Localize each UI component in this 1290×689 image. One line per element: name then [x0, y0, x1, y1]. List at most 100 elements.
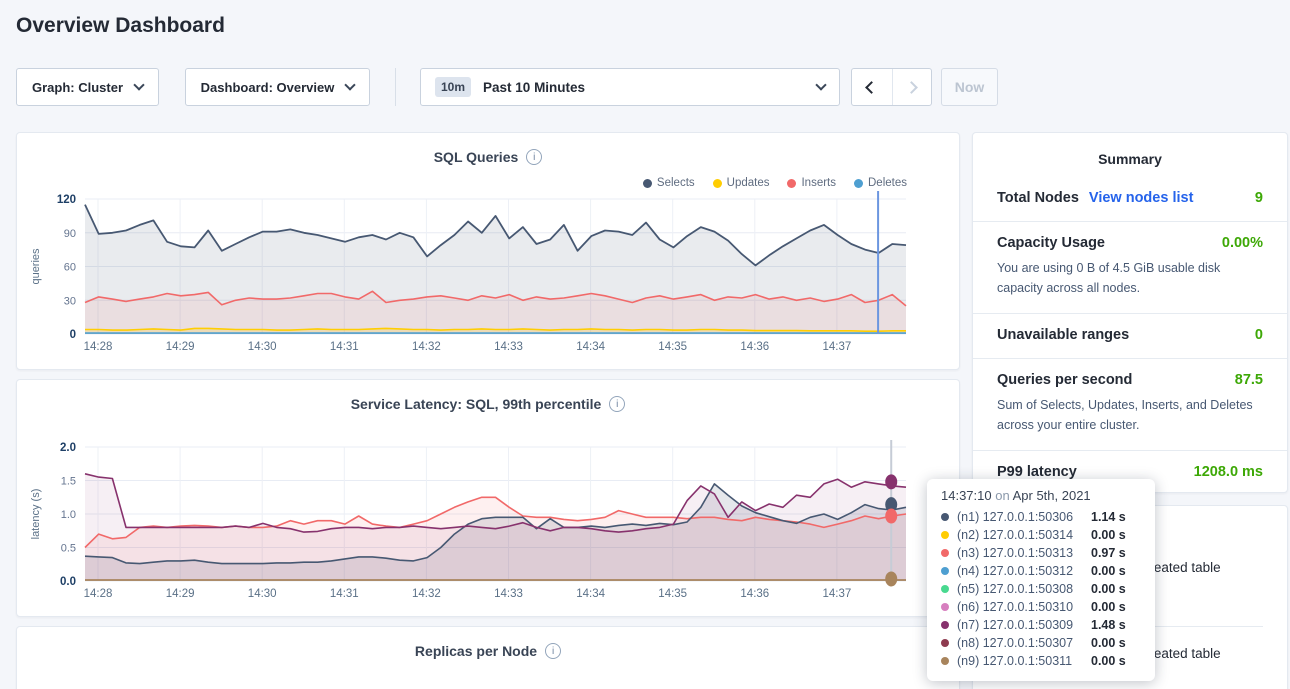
node-color-dot — [941, 531, 949, 539]
chevron-down-icon — [133, 79, 144, 90]
summary-value: 0 — [1255, 327, 1263, 343]
y-tick-label: 30 — [64, 295, 76, 307]
tooltip-node-row: (n7) 127.0.0.1:503091.48 s — [941, 616, 1141, 634]
dashboard-select-button[interactable]: Dashboard: Overview — [185, 68, 370, 106]
x-tick-label: 14:30 — [248, 588, 277, 600]
y-tick-label: 90 — [64, 228, 76, 240]
chart-header: Replicas per Node i — [17, 643, 959, 659]
legend-dot — [713, 179, 722, 188]
summary-value: 9 — [1255, 190, 1263, 206]
x-tick-label: 14:35 — [658, 341, 687, 353]
summary-row-capacity-usage: Capacity Usage0.00%You are using 0 B of … — [973, 221, 1287, 313]
legend-label: Inserts — [801, 177, 836, 189]
legend-label: Updates — [727, 177, 770, 189]
node-latency-value: 0.97 s — [1091, 546, 1126, 560]
info-icon[interactable]: i — [545, 643, 561, 659]
tooltip-node-row: (n6) 127.0.0.1:503100.00 s — [941, 598, 1141, 616]
time-range-label: Past 10 Minutes — [483, 80, 585, 95]
node-color-dot — [941, 585, 949, 593]
chart-title: Replicas per Node — [415, 643, 537, 659]
dashboard-select-label: Dashboard: Overview — [201, 80, 335, 95]
node-address: (n5) 127.0.0.1:50308 — [957, 582, 1091, 596]
x-tick-label: 14:29 — [166, 588, 195, 600]
x-tick-label: 14:35 — [658, 588, 687, 600]
info-icon[interactable]: i — [526, 149, 542, 165]
summary-label: Queries per second — [997, 372, 1132, 388]
node-latency-value: 0.00 s — [1091, 654, 1126, 668]
tooltip-node-row: (n9) 127.0.0.1:503110.00 s — [941, 652, 1141, 670]
node-latency-value: 1.14 s — [1091, 510, 1126, 524]
node-address: (n1) 127.0.0.1:50306 — [957, 510, 1091, 524]
legend-item-inserts[interactable]: Inserts — [787, 177, 836, 189]
x-tick-label: 14:37 — [823, 341, 852, 353]
x-tick-label: 14:30 — [248, 341, 277, 353]
x-tick-label: 14:36 — [740, 341, 769, 353]
chart-legend: Selects Updates Inserts Deletes — [643, 177, 907, 189]
legend-item-updates[interactable]: Updates — [713, 177, 770, 189]
time-range-select[interactable]: 10m Past 10 Minutes — [420, 68, 840, 106]
node-address: (n7) 127.0.0.1:50309 — [957, 618, 1091, 632]
legend-label: Deletes — [868, 177, 907, 189]
node-address: (n4) 127.0.0.1:50312 — [957, 564, 1091, 578]
node-latency-value: 0.00 s — [1091, 564, 1126, 578]
graph-select-button[interactable]: Graph: Cluster — [16, 68, 159, 106]
x-tick-label: 14:28 — [84, 588, 113, 600]
y-axis-label: queries — [30, 248, 42, 285]
chevron-left-icon — [865, 81, 878, 94]
summary-label: Unavailable ranges — [997, 327, 1129, 343]
view-nodes-link[interactable]: View nodes list — [1089, 190, 1194, 206]
tooltip-node-row: (n8) 127.0.0.1:503070.00 s — [941, 634, 1141, 652]
node-color-dot — [941, 639, 949, 647]
summary-row-queries-per-second: Queries per second 87.5 Sum of Selects, Up… — [973, 358, 1287, 450]
summary-label: P99 latency — [997, 464, 1077, 480]
graph-select-label: Graph: Cluster — [32, 80, 123, 95]
summary-subtext: Sum of Selects, Updates, Inserts, and De… — [997, 395, 1263, 435]
toolbar: Graph: Cluster Dashboard: Overview 10m P… — [0, 68, 1290, 106]
summary-value: 1208.0 ms — [1194, 464, 1263, 480]
legend-item-deletes[interactable]: Deletes — [854, 177, 907, 189]
chevron-right-icon — [905, 81, 918, 94]
sql-queries-chart[interactable]: 030609012014:2814:2914:3014:3114:3214:33… — [17, 133, 961, 371]
chart-header: SQL Queries i — [17, 149, 959, 165]
hover-dot — [885, 571, 897, 586]
summary-label: Total Nodes — [997, 190, 1079, 206]
x-tick-label: 14:31 — [330, 588, 359, 600]
tooltip-node-row: (n5) 127.0.0.1:503080.00 s — [941, 580, 1141, 598]
info-icon[interactable]: i — [609, 396, 625, 412]
service-latency-chart[interactable]: 0.00.51.01.52.014:2814:2914:3014:3114:32… — [17, 380, 961, 618]
summary-label: Capacity Usage — [997, 235, 1105, 251]
y-tick-label: 120 — [57, 194, 76, 206]
now-button[interactable]: Now — [941, 68, 998, 106]
x-tick-label: 14:32 — [412, 588, 441, 600]
chart-title: SQL Queries — [434, 149, 519, 165]
summary-title: Summary — [973, 133, 1287, 177]
summary-value: 87.5 — [1235, 372, 1263, 388]
prev-range-button[interactable] — [852, 69, 892, 105]
replicas-per-node-chart-card: Replicas per Node i — [16, 626, 960, 689]
node-address: (n3) 127.0.0.1:50313 — [957, 546, 1091, 560]
x-tick-label: 14:29 — [166, 341, 195, 353]
chart-title: Service Latency: SQL, 99th percentile — [351, 396, 602, 412]
toolbar-divider — [395, 68, 396, 106]
summary-row-unavailable-ranges: Unavailable ranges 0 — [973, 313, 1287, 358]
y-tick-label: 2.0 — [60, 442, 76, 454]
node-address: (n6) 127.0.0.1:50310 — [957, 600, 1091, 614]
hover-dot — [885, 509, 897, 524]
y-tick-label: 1.5 — [61, 476, 76, 488]
tooltip-node-row: (n3) 127.0.0.1:503130.97 s — [941, 544, 1141, 562]
chevron-down-icon — [815, 79, 826, 90]
time-range-badge: 10m — [435, 77, 471, 97]
next-range-button[interactable] — [892, 69, 932, 105]
x-tick-label: 14:34 — [576, 588, 605, 600]
legend-dot — [854, 179, 863, 188]
x-tick-label: 14:32 — [412, 341, 441, 353]
node-latency-value: 0.00 s — [1091, 582, 1126, 596]
y-axis-label: latency (s) — [30, 489, 42, 540]
x-tick-label: 14:33 — [494, 341, 523, 353]
node-color-dot — [941, 621, 949, 629]
y-tick-label: 60 — [64, 262, 76, 274]
node-latency-value: 0.00 s — [1091, 528, 1126, 542]
x-tick-label: 14:34 — [576, 341, 605, 353]
legend-item-selects[interactable]: Selects — [643, 177, 695, 189]
legend-dot — [787, 179, 796, 188]
